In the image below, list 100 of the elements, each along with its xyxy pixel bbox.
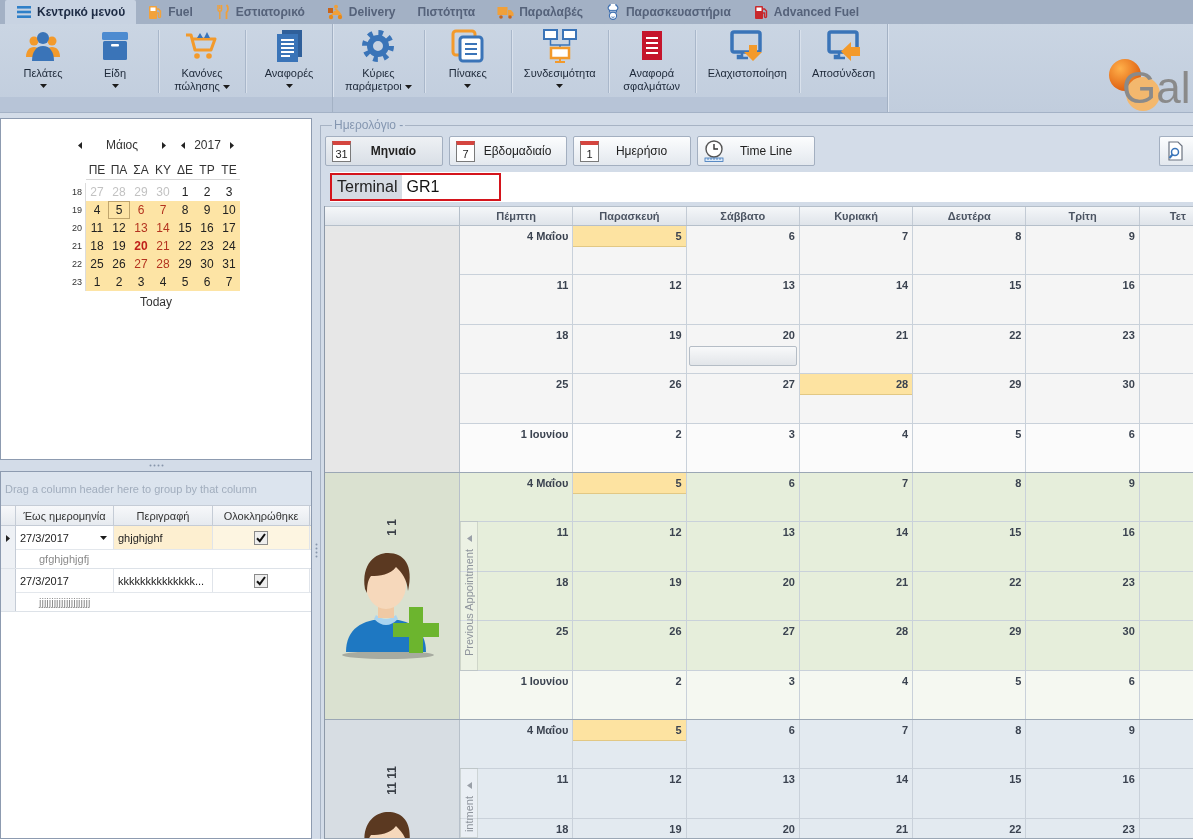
right-arrow-icon[interactable] bbox=[230, 141, 234, 149]
ribbon-button[interactable]: Πελάτες bbox=[7, 24, 79, 97]
ribbon-button[interactable]: Πίνακες bbox=[431, 24, 504, 97]
ribbon-button[interactable]: Συνδεσιμότητα bbox=[518, 24, 601, 97]
calendar-day[interactable]: 20 bbox=[130, 237, 152, 255]
calendar-day[interactable]: 17 bbox=[218, 219, 240, 237]
menu-tab[interactable]: Κεντρικό μενού bbox=[5, 0, 137, 24]
calendar-day[interactable]: 4 bbox=[152, 273, 174, 291]
checkbox[interactable] bbox=[254, 530, 268, 545]
date-label: 5 bbox=[573, 226, 686, 247]
day-header: Τετ bbox=[1168, 209, 1187, 224]
toolbar-button[interactable] bbox=[1159, 136, 1193, 166]
left-arrow-icon[interactable] bbox=[181, 141, 185, 149]
calendar-day[interactable]: 31 bbox=[218, 255, 240, 273]
menu-icon bbox=[16, 4, 32, 20]
right-arrow-icon[interactable] bbox=[162, 141, 166, 149]
view-button[interactable]: 7 Εβδομαδιαίο bbox=[449, 136, 567, 166]
calendar-day[interactable]: 25 bbox=[86, 255, 108, 273]
ribbon-button[interactable]: Κανόνες πώλησης bbox=[166, 24, 238, 97]
resource-name: 11 11 bbox=[385, 766, 399, 795]
calendar-day[interactable]: 24 bbox=[218, 237, 240, 255]
date-label: 20 bbox=[781, 821, 796, 837]
ribbon-button[interactable]: Κύριες παράμετροι bbox=[340, 24, 417, 97]
calendar-day[interactable]: 3 bbox=[130, 273, 152, 291]
calendar-day[interactable]: 15 bbox=[174, 219, 196, 237]
date-label: 6 bbox=[787, 476, 796, 491]
calendar-day[interactable]: 22 bbox=[174, 237, 196, 255]
calendar-day[interactable]: 19 bbox=[108, 237, 130, 255]
calendar-day[interactable]: 8 bbox=[174, 201, 196, 219]
calendar-day[interactable]: 21 bbox=[152, 237, 174, 255]
date-label: 2 bbox=[674, 426, 683, 442]
calendar-day[interactable]: 28 bbox=[152, 255, 174, 273]
ribbon-button[interactable]: Είδη bbox=[79, 24, 151, 97]
calendar-day[interactable]: 27 bbox=[130, 255, 152, 273]
calendar-day[interactable]: 3 bbox=[218, 183, 240, 201]
checkbox[interactable] bbox=[254, 573, 268, 588]
date-label: 18 bbox=[555, 821, 570, 837]
calendar-day[interactable]: 5 bbox=[174, 273, 196, 291]
chef-icon bbox=[604, 4, 621, 20]
column-header[interactable]: Περιγραφή bbox=[114, 506, 213, 525]
date-label: 4 Μαΐου bbox=[526, 476, 570, 491]
calendar-day[interactable]: 7 bbox=[152, 201, 174, 219]
calendar-day[interactable]: 29 bbox=[174, 255, 196, 273]
monitor-down-arrow-icon bbox=[730, 29, 765, 63]
date-label: 16 bbox=[1121, 772, 1136, 788]
calendar-day[interactable]: 23 bbox=[196, 237, 218, 255]
date-dropdown-field[interactable]: 27/3/2017 bbox=[16, 526, 114, 549]
date-label: 4 Μαΐου bbox=[526, 723, 570, 738]
truck-icon bbox=[497, 4, 515, 20]
date-label: 11 bbox=[555, 772, 570, 788]
date-label: 12 bbox=[668, 278, 683, 294]
calendar-day[interactable]: 7 bbox=[218, 273, 240, 291]
caret-icon bbox=[111, 84, 119, 88]
calendar-day[interactable]: 14 bbox=[152, 219, 174, 237]
date-label: 15 bbox=[1008, 525, 1023, 541]
calendar-day[interactable]: 26 bbox=[108, 255, 130, 273]
calendar-day[interactable]: 6 bbox=[196, 273, 218, 291]
ribbon-button[interactable]: Αναφορά σφαλμάτων bbox=[615, 24, 688, 97]
calendar-day[interactable]: 13 bbox=[130, 219, 152, 237]
ribbon-button[interactable]: Αποσύνδεση bbox=[806, 24, 881, 97]
row-indicator[interactable] bbox=[1, 526, 16, 568]
calendar-day[interactable]: 4 bbox=[86, 201, 108, 219]
month-label: Μάιος bbox=[105, 138, 139, 152]
date-label: 13 bbox=[781, 772, 796, 788]
view-button[interactable]: 1 Ημερήσιο bbox=[573, 136, 691, 166]
date-label: 12 bbox=[668, 525, 683, 541]
today-button[interactable]: Today bbox=[140, 295, 172, 309]
date-label: 19 bbox=[668, 574, 683, 590]
date-label: 19 bbox=[668, 327, 683, 343]
date-label: 14 bbox=[894, 772, 910, 788]
view-button[interactable]: Time Line bbox=[697, 136, 815, 166]
calendar-day[interactable]: 18 bbox=[86, 237, 108, 255]
date-label: 20 bbox=[781, 574, 796, 590]
calendar-day[interactable]: 2 bbox=[196, 183, 218, 201]
view-button[interactable]: 31 Μηνιαίο bbox=[325, 136, 443, 166]
calendar-day[interactable]: 9 bbox=[196, 201, 218, 219]
calendar-day[interactable]: 10 bbox=[218, 201, 240, 219]
ribbon-button[interactable]: Αναφορές bbox=[253, 24, 325, 97]
calendar-day[interactable]: 11 bbox=[86, 219, 108, 237]
date-label: 22 bbox=[1008, 574, 1023, 590]
calendar-day[interactable]: 16 bbox=[196, 219, 218, 237]
date-label: 4 bbox=[901, 673, 910, 689]
calendar-day[interactable]: 6 bbox=[130, 201, 152, 219]
left-arrow-icon bbox=[466, 535, 472, 542]
calendar-day[interactable]: 2 bbox=[108, 273, 130, 291]
day-header: Δευτέρα bbox=[913, 207, 1027, 225]
calendar-day[interactable]: 30 bbox=[196, 255, 218, 273]
date-label: 6 bbox=[787, 229, 796, 244]
column-header[interactable]: Έως ημερομηνία bbox=[16, 506, 114, 525]
splitter-grip-icon bbox=[314, 543, 318, 558]
date-label: 7 bbox=[901, 229, 910, 244]
column-header[interactable]: Ολοκληρώθηκε bbox=[213, 506, 310, 525]
calendar-day[interactable]: 1 bbox=[174, 183, 196, 201]
date-label: 12 bbox=[668, 772, 683, 788]
calendar-day[interactable]: 1 bbox=[86, 273, 108, 291]
calendar-day[interactable]: 5 bbox=[108, 201, 130, 219]
ribbon-button[interactable]: Ελαχιστοποίηση bbox=[702, 24, 792, 97]
left-arrow-icon[interactable] bbox=[78, 141, 82, 149]
date-label: 11 bbox=[555, 525, 570, 541]
calendar-day[interactable]: 12 bbox=[108, 219, 130, 237]
